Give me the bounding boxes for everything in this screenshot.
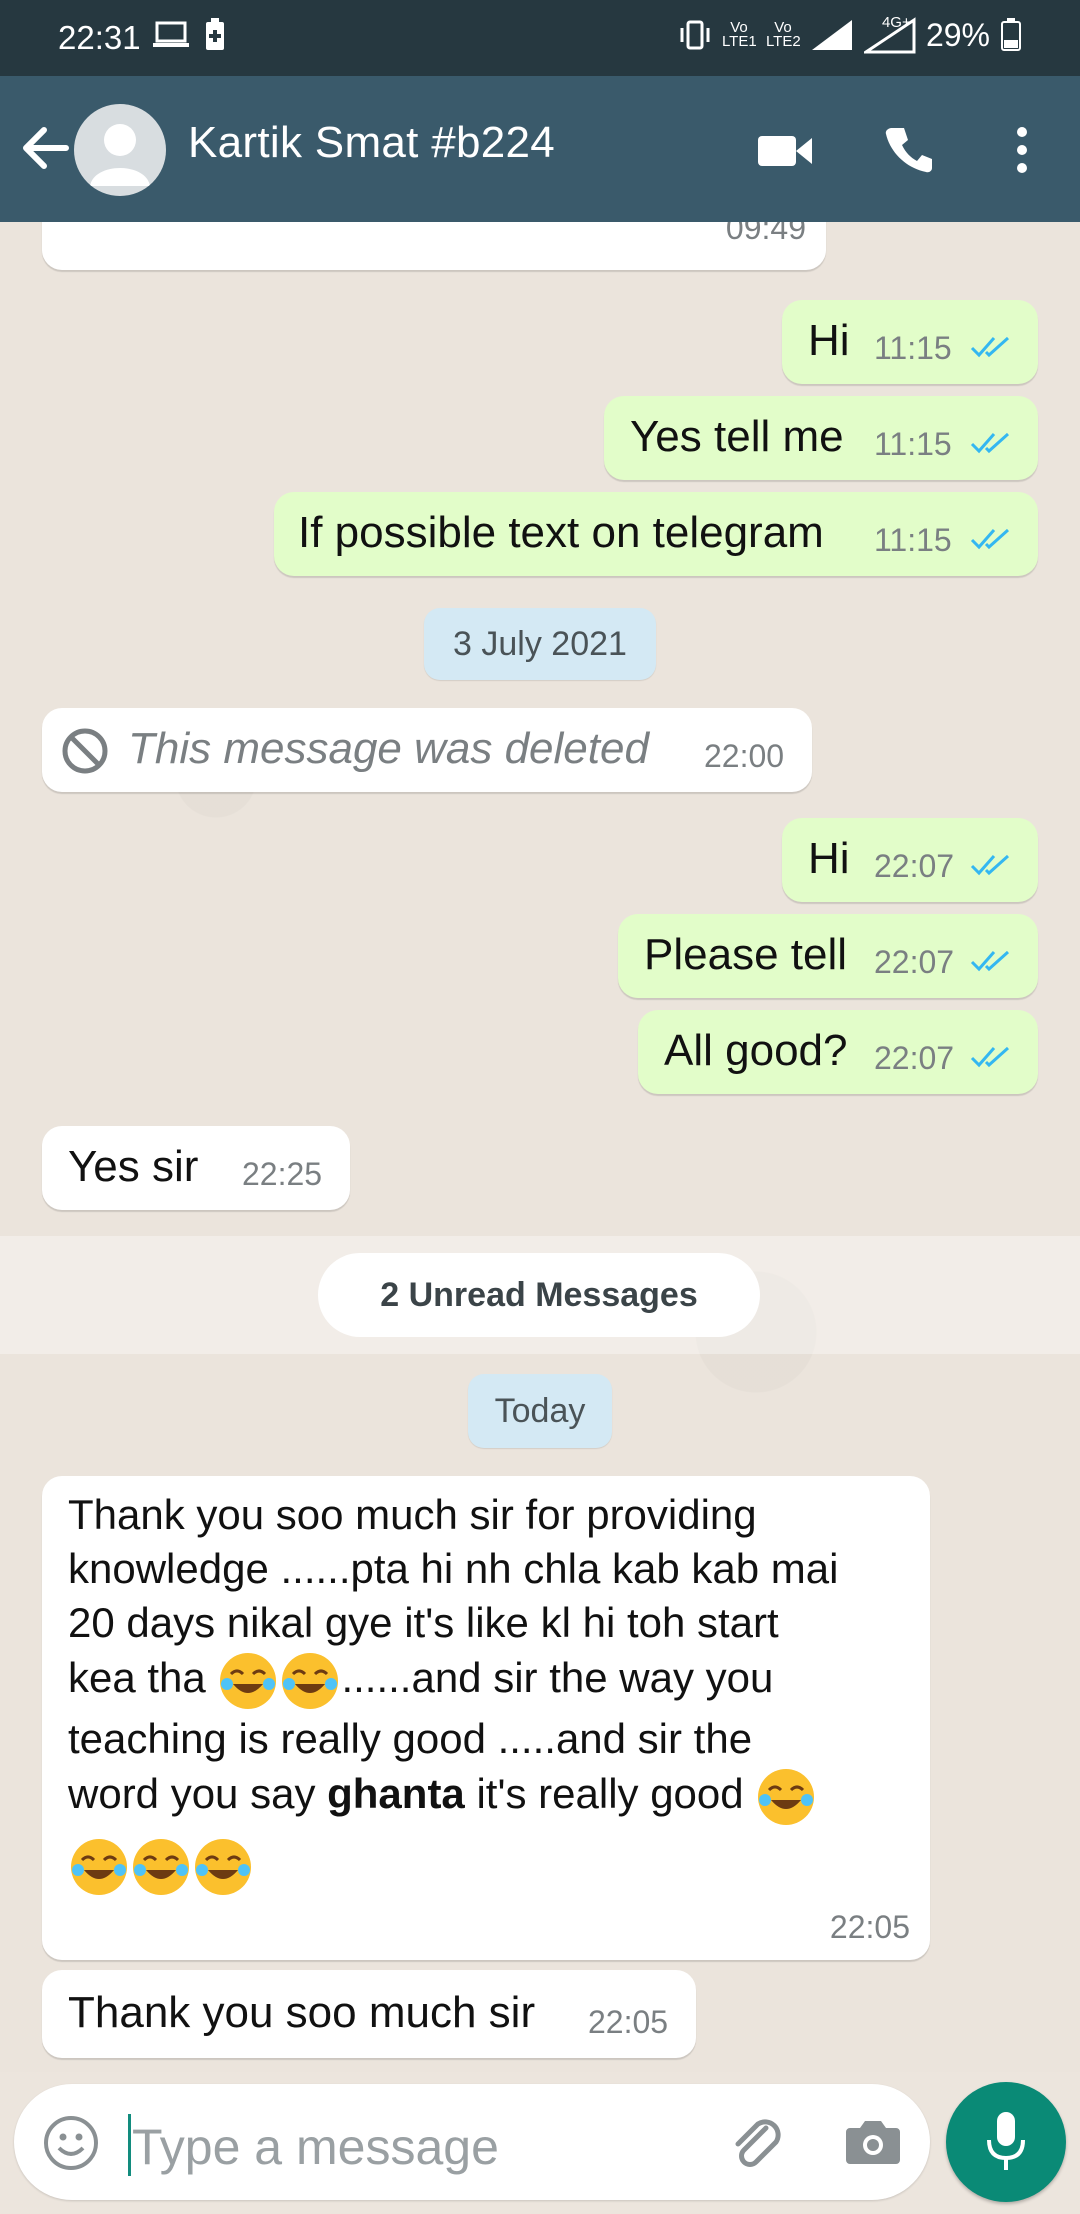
message-outgoing[interactable]: All good? 22:07 [638,1010,1038,1094]
message-line: kea tha [68,1654,206,1702]
battery-icon [1001,18,1021,51]
message-bold-word: ghanta [327,1770,465,1818]
message-incoming[interactable]: Thank you soo much sir for providing kno… [42,1476,930,1960]
text-cursor [128,2114,131,2176]
blocked-icon [62,728,108,774]
laughing-emoji-icon [133,1839,189,1895]
message-time: 22:07 [874,848,955,884]
date-chip: 3 July 2021 [424,608,656,680]
message-text: All good? [664,1026,848,1075]
message-incoming[interactable]: Thank you soo much sir 22:05 [42,1970,696,2058]
volte1-label: Vo LTE1 [721,19,757,50]
message-incoming-deleted[interactable]: This message was deleted 22:00 [42,708,812,792]
message-time: 22:25 [242,1156,323,1192]
message-time: 09:49 [725,222,806,246]
message-time: 11:15 [874,426,952,462]
message-text: Hi [808,316,850,365]
message-outgoing[interactable]: Yes tell me 11:15 [604,396,1038,480]
message-time: 22:07 [874,1040,955,1076]
message-time: 11:15 [874,330,952,366]
arrow-left-icon[interactable] [20,120,70,176]
phone-icon[interactable] [884,124,934,174]
message-outgoing[interactable]: Please tell 22:07 [618,914,1038,998]
message-composer: Type a message [14,2084,930,2200]
message-time: 22:05 [588,2004,669,2040]
message-outgoing[interactable]: Hi 11:15 [782,300,1038,384]
double-check-icon [970,950,1010,972]
message-incoming[interactable]: 09:49 [42,222,826,270]
message-outgoing[interactable]: If possible text on telegram 11:15 [274,492,1038,576]
message-line: Thank you soo much sir for providing [68,1491,757,1538]
laughing-emoji-icon [71,1839,127,1895]
unread-messages-chip: 2 Unread Messages [318,1253,760,1337]
message-line: ......and sir the way you [341,1654,774,1702]
message-text: If possible text on telegram [298,508,824,557]
message-line: teaching is really good .....and sir the [68,1715,753,1762]
message-incoming[interactable]: Yes sir 22:25 [42,1126,350,1210]
message-line: knowledge ......pta hi nh chla kab kab m… [68,1545,839,1592]
message-text: Thank you soo much sir [68,1988,536,2037]
double-check-icon [970,336,1010,358]
network-4g-label: 4G+ [881,14,911,31]
vibrate-icon [680,20,710,50]
camera-icon[interactable] [844,2116,902,2168]
laughing-emoji-icon [195,1839,251,1895]
message-line: it's really good [476,1770,744,1818]
date-chip: Today [468,1374,612,1448]
message-text: This message was deleted [128,724,649,773]
contact-name[interactable]: Kartik Smat #b224 [188,118,555,168]
message-time: 22:00 [704,738,785,774]
laptop-icon [153,21,189,47]
status-bar: 22:31 Vo LTE1 Vo LTE2 4G+ 29% [0,0,1080,76]
message-text: Yes sir [68,1142,199,1191]
chat-header: Kartik Smat #b224 [0,76,1080,222]
double-check-icon [970,528,1010,550]
mic-icon [987,2112,1025,2170]
voice-record-button[interactable] [946,2082,1066,2202]
laughing-emoji-icon [282,1653,339,1709]
double-check-icon [970,1046,1010,1068]
chat-area[interactable]: 09:49 Hi 11:15 Yes tell me 11:15 If poss… [0,222,1080,2072]
laughing-emoji-icon [220,1653,277,1709]
more-vert-icon[interactable] [1012,126,1032,174]
video-call-icon[interactable] [756,132,814,170]
clock: 22:31 [58,19,141,56]
message-outgoing[interactable]: Hi 22:07 [782,818,1038,902]
message-line: 20 days nikal gye it's like kl hi toh st… [68,1599,779,1646]
battery-saver-icon [206,18,224,50]
emoji-icon[interactable] [42,2114,100,2172]
message-time: 11:15 [874,522,952,558]
message-time: 22:07 [874,944,955,980]
message-input[interactable]: Type a message [132,2118,499,2176]
message-line: word you say [68,1770,316,1818]
message-text: Yes tell me [630,412,844,461]
message-text: Please tell [644,930,848,979]
message-time: 22:05 [829,1909,910,1945]
laughing-emoji-icon [758,1769,815,1825]
paperclip-icon[interactable] [726,2114,786,2174]
avatar[interactable] [74,104,166,196]
default-avatar-icon [90,124,150,186]
battery-percent: 29% [925,16,990,53]
message-text: Hi [808,834,850,883]
signal-icon [811,20,852,50]
double-check-icon [970,854,1010,876]
volte2-label: Vo LTE2 [765,19,801,50]
double-check-icon [970,432,1010,454]
